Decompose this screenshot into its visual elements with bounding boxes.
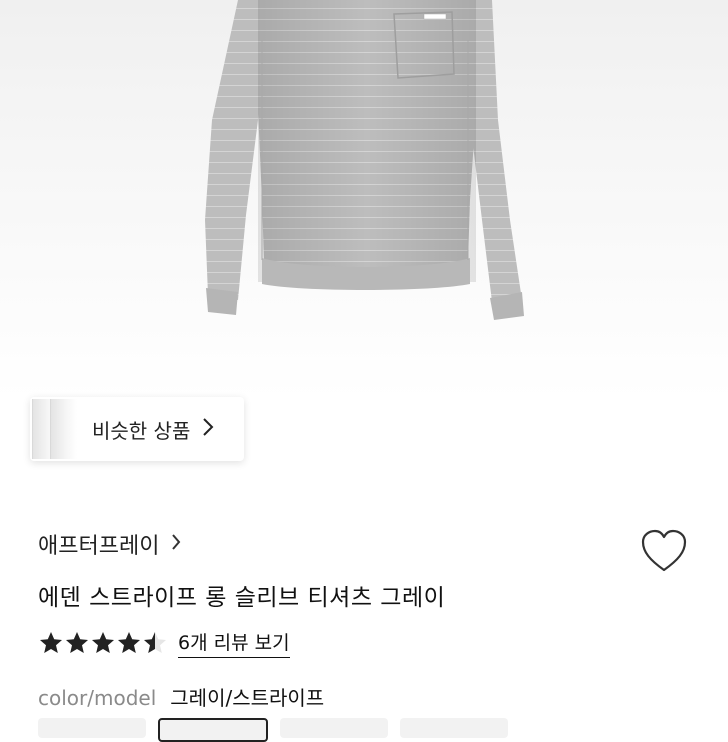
option-swatch[interactable] [280, 718, 388, 738]
option-swatches [38, 718, 508, 742]
product-image[interactable] [0, 0, 728, 400]
chevron-right-icon [202, 417, 214, 442]
star-icon [92, 632, 114, 653]
brand-link[interactable]: 애프터프레이 [38, 528, 181, 560]
brand-name: 애프터프레이 [38, 534, 160, 559]
review-link[interactable]: 6개 리뷰 보기 [178, 628, 290, 658]
option-swatch[interactable] [38, 718, 146, 738]
star-icon [66, 632, 88, 653]
heart-icon[interactable] [640, 528, 688, 574]
star-icon [144, 632, 166, 653]
rating-row: 6개 리뷰 보기 [38, 628, 290, 658]
star-icon [40, 632, 62, 653]
product-title: 에덴 스트라이프 롱 슬리브 티셔츠 그레이 [38, 585, 446, 611]
option-value: 그레이/스트라이프 [170, 686, 325, 710]
option-swatch-selected[interactable] [158, 718, 268, 742]
similar-thumbnails [30, 397, 82, 461]
option-row: color/model 그레이/스트라이프 [38, 682, 324, 711]
similar-products-button[interactable]: 비슷한 상품 [30, 397, 244, 461]
similar-thumbnail [50, 399, 77, 459]
option-swatch[interactable] [400, 718, 508, 738]
option-key: color/model [38, 686, 157, 710]
similar-products-label: 비슷한 상품 [92, 418, 191, 443]
star-rating [38, 630, 168, 656]
sweatshirt-image [205, 0, 524, 320]
chevron-right-icon [171, 532, 181, 557]
star-icon [118, 632, 140, 653]
